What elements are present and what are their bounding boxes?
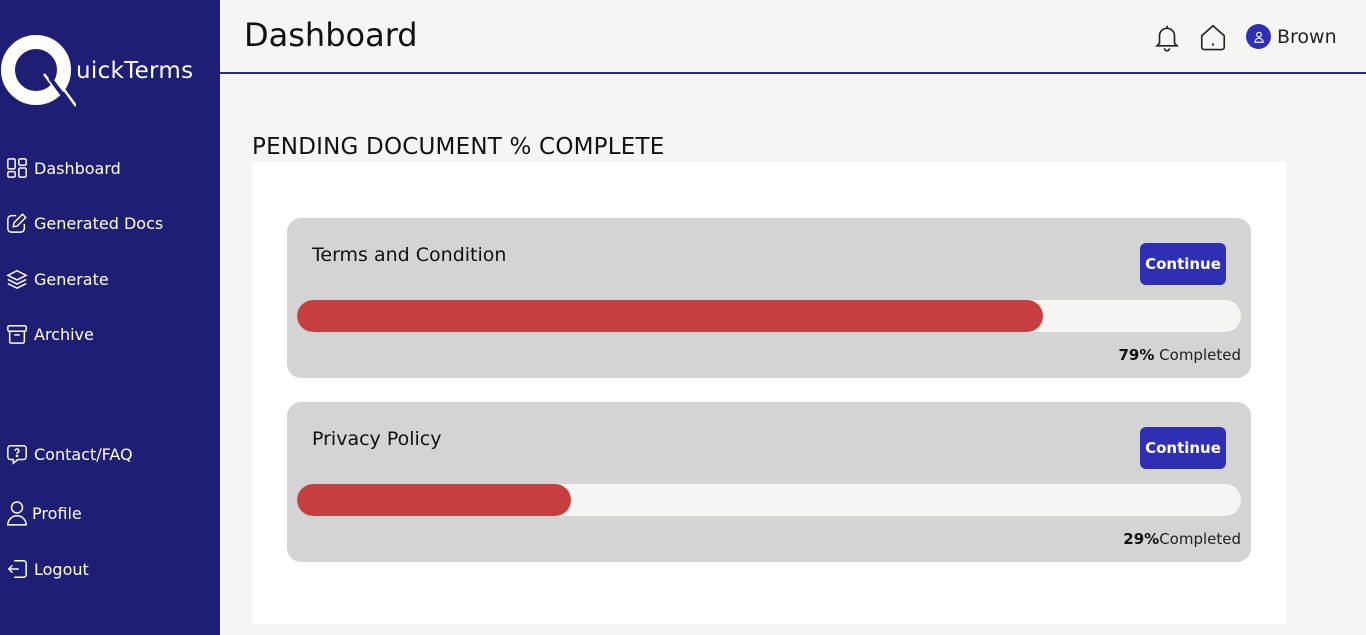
user-name: Brown: [1277, 25, 1337, 48]
pending-documents-panel: Terms and Condition Continue 79% Complet…: [252, 162, 1286, 624]
edit-icon: [7, 213, 27, 233]
progress-fill: [297, 300, 1043, 332]
sidebar-item-profile[interactable]: Profile: [6, 499, 82, 527]
continue-button[interactable]: Continue: [1140, 243, 1226, 285]
help-chat-icon: [7, 445, 27, 465]
sidebar-item-archive[interactable]: Archive: [6, 323, 94, 345]
user-menu[interactable]: Brown: [1246, 24, 1337, 49]
progress-fill: [297, 484, 571, 516]
progress-percent: 79%: [1118, 346, 1155, 364]
sidebar-item-label: Generate: [34, 269, 109, 289]
dashboard-grid-icon: [7, 158, 27, 178]
sidebar-item-label: Contact/FAQ: [34, 444, 133, 464]
progress-suffix: Completed: [1154, 346, 1241, 364]
sidebar-item-generated-docs[interactable]: Generated Docs: [6, 212, 163, 234]
sidebar-item-label: Archive: [34, 324, 94, 344]
layers-icon: [6, 269, 28, 289]
progress-track: [297, 300, 1241, 332]
progress-track: [297, 484, 1241, 516]
user-icon: [7, 501, 27, 526]
sidebar-item-generate[interactable]: Generate: [6, 268, 109, 290]
page-title: Dashboard: [244, 16, 418, 54]
document-card-privacy: Privacy Policy Continue 29%Completed: [287, 402, 1251, 562]
sidebar-item-contact-faq[interactable]: Contact/FAQ: [6, 443, 133, 465]
document-card-terms: Terms and Condition Continue 79% Complet…: [287, 218, 1251, 378]
progress-label: 29%Completed: [1123, 530, 1241, 548]
logout-icon: [7, 560, 27, 578]
section-title: PENDING DOCUMENT % COMPLETE: [252, 134, 665, 160]
quickterms-logo-icon: [1, 35, 76, 107]
sidebar-item-label: Logout: [34, 559, 89, 579]
archive-icon: [7, 325, 27, 344]
progress-suffix: Completed: [1159, 530, 1241, 548]
home-icon[interactable]: [1198, 22, 1228, 52]
top-bar: Dashboard Brown: [220, 0, 1366, 74]
sidebar-item-label: Profile: [32, 503, 82, 523]
continue-button[interactable]: Continue: [1140, 427, 1226, 469]
progress-label: 79% Completed: [1119, 346, 1242, 364]
bell-icon[interactable]: [1152, 22, 1182, 52]
brand-name: uickTerms: [76, 58, 194, 84]
progress-percent: 29%: [1123, 530, 1160, 548]
sidebar: uickTerms Dashboard Generated Docs Gener…: [0, 0, 220, 635]
brand-logo[interactable]: uickTerms: [0, 34, 220, 110]
sidebar-item-logout[interactable]: Logout: [6, 558, 89, 580]
document-title: Terms and Condition: [312, 244, 507, 266]
avatar-icon: [1246, 24, 1271, 49]
sidebar-item-label: Dashboard: [34, 158, 121, 178]
sidebar-item-label: Generated Docs: [34, 213, 164, 233]
sidebar-item-dashboard[interactable]: Dashboard: [6, 157, 121, 179]
document-title: Privacy Policy: [312, 428, 442, 450]
